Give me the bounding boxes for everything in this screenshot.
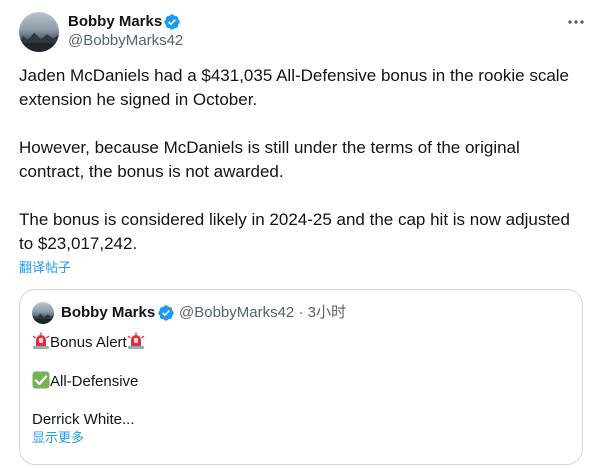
quoted-line-derrick-white: Derrick White... [32,411,135,428]
author-name[interactable]: Bobby Marks [68,12,162,32]
quoted-line-text: Bonus Alert [50,334,127,351]
police-light-icon [32,332,50,349]
more-horizontal-icon[interactable] [566,13,586,31]
tweet-text: Jaden McDaniels had a $431,035 All-Defen… [19,64,584,256]
tweet-paragraph: Jaden McDaniels had a $431,035 All-Defen… [19,66,570,109]
quoted-author-name[interactable]: Bobby Marks [61,303,155,323]
tweet-paragraph: The bonus is considered likely in 2024-2… [19,210,570,253]
author-handle[interactable]: @BobbyMarks42 [68,31,183,51]
quoted-line-text: All-Defensive [50,373,139,390]
show-more-link[interactable]: 显示更多 [32,430,84,446]
quoted-line-all-defensive: All-Defensive [32,371,138,392]
quoted-line-bonus-alert: Bonus Alert [32,332,145,353]
verified-badge-icon [158,305,174,321]
quoted-author-meta[interactable]: @BobbyMarks42 · 3小时 [179,303,346,323]
verified-badge-icon [164,14,180,30]
author-avatar[interactable] [19,12,59,52]
police-light-icon [127,332,145,349]
quoted-author-avatar[interactable] [32,302,54,324]
tweet-paragraph: However, because McDaniels is still unde… [19,138,520,181]
check-mark-icon [32,371,50,389]
translate-post-link[interactable]: 翻译帖子 [19,260,71,276]
quoted-tweet[interactable]: Bobby Marks @BobbyMarks42 · 3小时 Bonus Al… [19,289,583,465]
